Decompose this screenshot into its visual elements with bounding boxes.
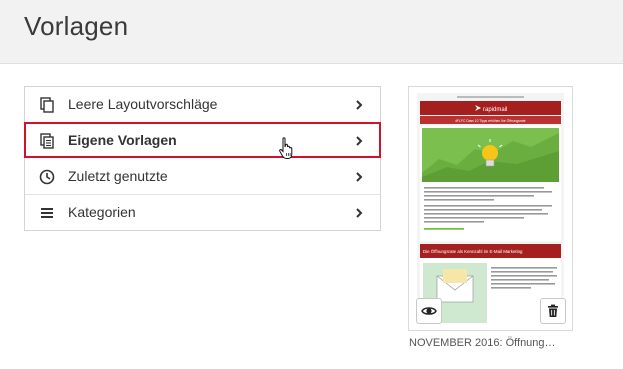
template-preview-thumbnail: rapidmail #FLFC Dass 10 Tipps erhöhen Ih… xyxy=(417,93,564,323)
trash-icon xyxy=(548,304,558,317)
menu-item-empty-layouts[interactable]: Leere Layoutvorschläge xyxy=(25,87,380,123)
page-title: Vorlagen xyxy=(24,11,129,41)
preview-eye-button[interactable] xyxy=(416,298,442,324)
clock-icon xyxy=(39,169,55,185)
menu-item-own-templates[interactable]: Eigene Vorlagen xyxy=(24,122,381,158)
template-card[interactable]: rapidmail #FLFC Dass 10 Tipps erhöhen Ih… xyxy=(408,86,573,331)
menu-item-label: Eigene Vorlagen xyxy=(68,132,177,148)
template-card-caption: NOVEMBER 2016: Öffnung… xyxy=(409,337,556,349)
preview-brand: rapidmail xyxy=(483,107,507,113)
chevron-right-icon xyxy=(356,136,363,146)
hand-pointer-cursor-icon xyxy=(279,137,293,159)
menu-item-label: Kategorien xyxy=(68,204,136,220)
list-icon xyxy=(41,208,53,218)
menu-item-label: Zuletzt genutzte xyxy=(68,168,168,184)
page-header: Vorlagen xyxy=(0,0,623,64)
document-lines-icon xyxy=(40,133,54,149)
chevron-right-icon xyxy=(356,100,363,110)
chevron-right-icon xyxy=(356,208,363,218)
menu-item-recently-used[interactable]: Zuletzt genutzte xyxy=(25,159,380,195)
template-source-menu: Leere Layoutvorschläge Eigene Vorlagen Z… xyxy=(24,86,381,231)
delete-template-button[interactable] xyxy=(540,298,566,324)
chevron-right-icon xyxy=(356,172,363,182)
eye-icon xyxy=(421,307,437,315)
preview-banner: #FLFC Dass 10 Tipps erhöhen Ihe Öffnungs… xyxy=(455,119,525,123)
menu-item-categories[interactable]: Kategorien xyxy=(25,195,380,231)
preview-section-heading: Die Öffnungsrate als Kennzahl im E-Mail … xyxy=(423,249,523,254)
menu-item-label: Leere Layoutvorschläge xyxy=(68,96,218,112)
document-copy-icon xyxy=(40,97,54,113)
